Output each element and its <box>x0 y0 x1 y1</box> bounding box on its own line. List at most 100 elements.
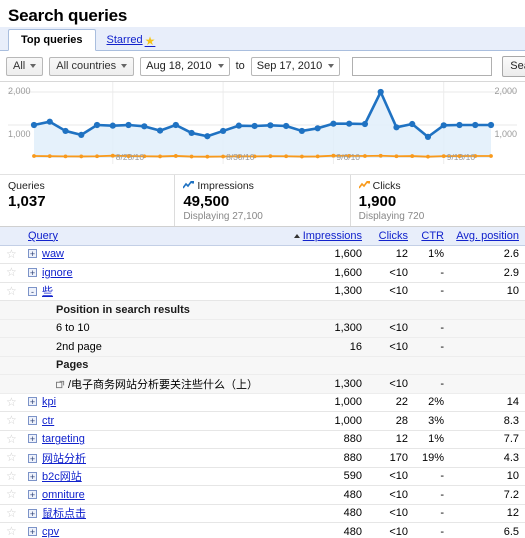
table-row: ☆ + omniture 480 <10-7.2 <box>0 485 525 505</box>
subheader-pad4 <box>450 300 525 320</box>
row-star-cell[interactable]: ☆ <box>0 504 22 523</box>
x-tick-label: 9/13/10 <box>446 152 476 162</box>
table-subheader-row: Position in search results <box>0 300 525 320</box>
row-star-cell[interactable]: ☆ <box>0 282 22 301</box>
search-input[interactable] <box>352 56 493 76</box>
star-outline-icon[interactable]: ☆ <box>6 247 17 261</box>
star-outline-icon[interactable]: ☆ <box>6 469 17 483</box>
search-button[interactable]: Search <box>502 55 525 77</box>
tab-top-queries-label: Top queries <box>21 34 83 46</box>
col-position-label[interactable]: Avg. position <box>456 230 519 242</box>
row-position: 7.2 <box>450 485 525 505</box>
row-star-cell[interactable]: ☆ <box>0 245 22 264</box>
row-star-cell[interactable]: ☆ <box>0 448 22 468</box>
x-tick-label: 8/23/10 <box>115 152 145 162</box>
row-clicks: 12 <box>368 430 414 449</box>
row-star-cell[interactable]: ☆ <box>0 393 22 412</box>
date-to-picker[interactable]: Sep 17, 2010 <box>250 56 341 76</box>
subheader-pad2 <box>368 300 414 320</box>
row-clicks: 28 <box>368 411 414 431</box>
expand-toggle-icon[interactable]: + <box>28 509 37 519</box>
query-link[interactable]: b2c网站 <box>42 471 82 483</box>
query-link[interactable]: omniture <box>42 489 85 501</box>
subrow-ctr: - <box>414 319 450 338</box>
y-axis-mid-left: 1,000 <box>8 129 31 139</box>
date-from-picker[interactable]: Aug 18, 2010 <box>140 56 230 76</box>
query-link[interactable]: targeting <box>42 433 85 445</box>
star-outline-icon[interactable]: ☆ <box>6 284 17 298</box>
expand-toggle-icon[interactable]: + <box>28 472 37 482</box>
filter-country-label: All countries <box>56 60 117 72</box>
filter-all-dropdown[interactable]: All <box>6 56 44 76</box>
line-chart-orange-icon <box>358 181 370 189</box>
col-ctr[interactable]: CTR <box>414 227 450 246</box>
row-ctr: 2% <box>414 393 450 412</box>
expand-toggle-icon[interactable]: + <box>28 397 37 407</box>
query-link[interactable]: ignore <box>42 267 73 279</box>
star-outline-icon[interactable]: ☆ <box>6 506 17 520</box>
query-link[interactable]: 些 <box>42 286 53 298</box>
col-ctr-label[interactable]: CTR <box>421 230 444 242</box>
row-clicks: <10 <box>368 485 414 505</box>
col-position[interactable]: Avg. position <box>450 227 525 246</box>
tab-bar: Top queries Starred ★ <box>0 27 525 51</box>
col-clicks-label[interactable]: Clicks <box>379 230 408 242</box>
metrics-summary: Queries 1,037 Impressions 49,500 Display… <box>0 175 525 227</box>
star-outline-icon[interactable]: ☆ <box>6 265 17 279</box>
sort-ascending-icon <box>293 233 300 238</box>
row-star-cell[interactable]: ☆ <box>0 430 22 449</box>
tab-starred[interactable]: Starred ★ <box>96 29 169 51</box>
star-outline-icon[interactable]: ☆ <box>6 450 17 464</box>
tab-top-queries[interactable]: Top queries <box>8 29 96 51</box>
star-outline-icon[interactable]: ☆ <box>6 524 17 538</box>
expand-toggle-icon[interactable]: + <box>28 434 37 444</box>
expand-toggle-icon[interactable]: - <box>28 287 37 297</box>
metric-clicks: Clicks 1,900 Displaying 720 <box>351 175 525 226</box>
expand-toggle-icon[interactable]: + <box>28 415 37 425</box>
row-star-cell[interactable]: ☆ <box>0 485 22 505</box>
tab-starred-label: Starred <box>106 34 143 46</box>
star-outline-icon[interactable]: ☆ <box>6 413 17 427</box>
row-impressions: 880 <box>282 430 368 449</box>
table-row: ☆ + targeting 880 12 1% 7.7 <box>0 430 525 449</box>
table-subrow: 6 to 10 1,300 <10- <box>0 319 525 338</box>
query-link[interactable]: 网站分析 <box>42 453 86 465</box>
subrow-position <box>450 337 525 357</box>
star-outline-icon[interactable]: ☆ <box>6 487 17 501</box>
expand-toggle-icon[interactable]: + <box>28 267 37 277</box>
expand-toggle-icon[interactable]: + <box>28 526 37 536</box>
row-query-cell: + b2c网站 <box>22 467 282 486</box>
query-link[interactable]: waw <box>42 248 64 260</box>
expand-toggle-icon[interactable]: + <box>28 489 37 499</box>
query-link[interactable]: 鼠标点击 <box>42 508 86 520</box>
expand-toggle-icon[interactable]: + <box>28 249 37 259</box>
subrow-label: 6 to 10 <box>22 319 282 338</box>
query-link[interactable]: ctr <box>42 415 54 427</box>
row-impressions: 480 <box>282 522 368 538</box>
metric-clicks-value: 1,900 <box>358 193 397 210</box>
row-star-cell[interactable]: ☆ <box>0 467 22 486</box>
star-outline-icon[interactable]: ☆ <box>6 395 17 409</box>
subrow-text: 2nd page <box>56 340 102 353</box>
col-impressions[interactable]: Impressions <box>282 227 368 246</box>
row-clicks: 22 <box>368 393 414 412</box>
table-row: ☆ + waw 1,600 12 1% 2.6 <box>0 245 525 264</box>
row-star-cell[interactable]: ☆ <box>0 263 22 283</box>
row-star-cell[interactable]: ☆ <box>0 522 22 538</box>
metric-impressions-sub: Displaying 27,100 <box>183 211 263 222</box>
expand-toggle-icon[interactable]: + <box>28 453 37 463</box>
col-query-label[interactable]: Query <box>28 230 58 242</box>
row-query-cell: + waw <box>22 245 282 264</box>
col-clicks[interactable]: Clicks <box>368 227 414 246</box>
row-star-cell[interactable]: ☆ <box>0 411 22 431</box>
subrow-impressions: 1,300 <box>282 374 368 394</box>
row-clicks: <10 <box>368 282 414 301</box>
search-queries-page: Search queries Top queries Starred ★ All… <box>0 0 525 538</box>
row-position: 6.5 <box>450 522 525 538</box>
query-link[interactable]: cpv <box>42 526 59 538</box>
filter-country-dropdown[interactable]: All countries <box>49 56 135 76</box>
query-link[interactable]: kpi <box>42 396 56 408</box>
col-query[interactable]: Query <box>22 227 282 246</box>
col-impressions-label[interactable]: Impressions <box>303 230 362 242</box>
star-outline-icon[interactable]: ☆ <box>6 432 17 446</box>
